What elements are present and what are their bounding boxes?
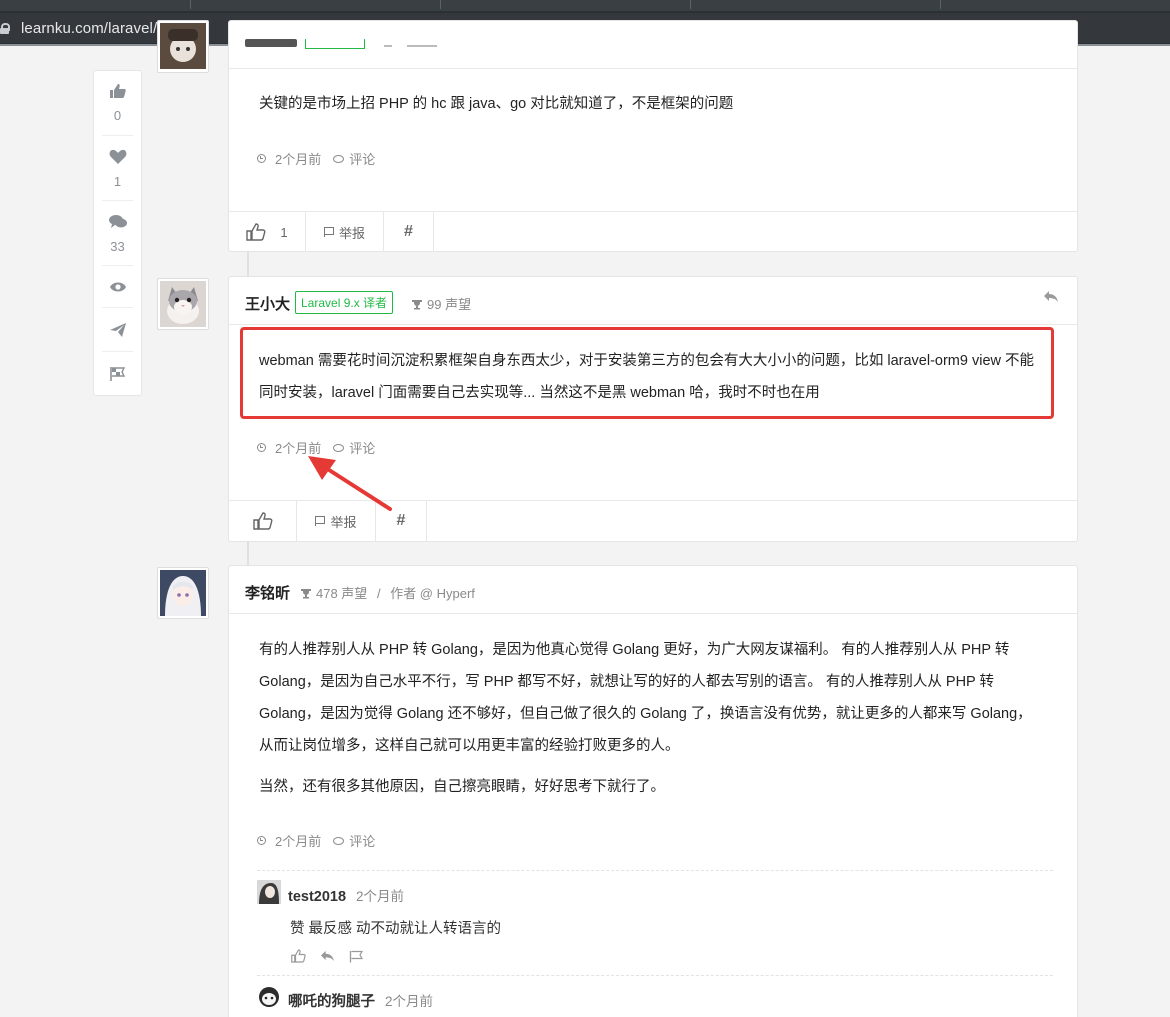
report-post-button[interactable]	[94, 366, 141, 387]
subcomment-time: 2个月前	[356, 889, 405, 904]
reply-meta: 2个月前 评论	[257, 149, 375, 168]
clock-icon	[257, 443, 266, 452]
author-role[interactable]: 作者 @ Hyperf	[390, 586, 475, 601]
avatar[interactable]	[157, 278, 209, 330]
reply-text-line: 当然，还有很多其他原因，自己擦亮眼睛，好好思考下就行了。	[259, 779, 665, 795]
thumbs-up-outline-icon	[246, 223, 266, 241]
reputation: 99 声望	[411, 294, 471, 313]
eye-icon	[109, 282, 126, 292]
report-label: 举报	[330, 514, 357, 530]
reply-card: 关键的是市场上招 PHP 的 hc 跟 java、go 对比就知道了，不是框架的…	[228, 20, 1078, 252]
like-count: 0	[113, 108, 122, 123]
reply-text: 有的人推荐别人从 PHP 转 Golang，是因为他真心觉得 Golang 更好…	[259, 634, 1032, 803]
comment-bubble-icon	[333, 836, 345, 845]
reputation-text: 478 声望	[316, 586, 368, 601]
like-post-button[interactable]: 0	[94, 83, 141, 123]
reply-header: 李铭昕 478 声望 / 作者 @ Hyperf	[229, 566, 1077, 614]
share-button[interactable]	[94, 322, 141, 343]
report-label: 举报	[338, 225, 365, 241]
favorite-count: 1	[113, 174, 122, 189]
reply-header	[229, 21, 1077, 69]
subcomment-divider	[257, 870, 1053, 871]
reply-author[interactable]: 王小大	[245, 293, 290, 314]
subcomment-header: test2018 2个月前	[288, 885, 404, 905]
reply-icon[interactable]	[1043, 290, 1059, 303]
flag-outline-icon	[323, 227, 334, 237]
reply-comment-link[interactable]: 评论	[349, 831, 375, 850]
reply-header: 王小大 Laravel 9.x 译者 99 声望	[229, 277, 1077, 325]
reputation: 478 声望 / 作者 @ Hyperf	[300, 583, 475, 602]
flag-outline-icon	[315, 516, 326, 526]
reply-icon[interactable]	[320, 950, 335, 962]
favorite-button[interactable]: 1	[94, 149, 141, 189]
like-reply-button[interactable]: 1	[229, 212, 306, 252]
reply-text: 关键的是市场上招 PHP 的 hc 跟 java、go 对比就知道了，不是框架的…	[259, 96, 734, 112]
comments-button[interactable]: 33	[94, 214, 141, 254]
avatar-image	[160, 23, 206, 69]
subcomment-actions	[291, 949, 364, 963]
lock-icon	[0, 22, 10, 34]
timeline-connector	[247, 541, 249, 565]
translator-badge[interactable]: Laravel 9.x 译者	[295, 291, 394, 314]
reply-comment-link[interactable]: 评论	[349, 149, 375, 168]
subcomment-author[interactable]: 哪吒的狗腿子	[288, 994, 375, 1010]
subcomment-text: 赞 最反感 动不动就让人转语言的	[290, 921, 502, 937]
subcomment-avatar[interactable]	[257, 985, 281, 1009]
report-reply-button[interactable]: 举报	[306, 212, 384, 252]
comment-bubble-icon	[333, 154, 345, 163]
reputation-text: 99 声望	[427, 297, 472, 312]
reply-text-line: Golang，是因为觉得 Golang 还不够好，但自己做了很久的 Golang…	[259, 706, 1032, 722]
subcomment-header: 哪吒的狗腿子 2个月前	[288, 990, 433, 1011]
flag-icon	[109, 367, 125, 381]
thumbs-up-icon	[109, 84, 126, 98]
reply-permalink[interactable]: #	[384, 212, 434, 252]
reply-text-line: 从而让岗位增多，这样自己就可以用更丰富的经验打败更多的人。	[259, 738, 680, 754]
trophy-icon	[412, 300, 422, 310]
hash-icon: #	[396, 512, 406, 529]
cat-avatar-image	[160, 281, 206, 327]
trophy-icon	[301, 589, 311, 599]
highlight-annotation-box	[240, 327, 1054, 419]
reply-text-line: 有的人推荐别人从 PHP 转 Golang，是因为他真心觉得 Golang 更好…	[259, 642, 1010, 658]
avatar[interactable]	[157, 567, 209, 619]
avatar[interactable]	[157, 20, 209, 73]
annotation-arrow-icon	[308, 456, 392, 511]
timeline-connector	[247, 252, 249, 276]
subcomment-divider	[257, 975, 1053, 976]
clock-icon	[257, 154, 266, 163]
reply-footer: 1 举报 #	[229, 211, 1077, 252]
hash-icon: #	[404, 223, 413, 240]
tab-strip	[0, 0, 1170, 11]
reply-meta: 2个月前 评论	[257, 831, 375, 850]
like-reply-button[interactable]	[229, 501, 297, 541]
reply-like-count: 1	[280, 224, 288, 240]
reply-time: 2个月前	[275, 834, 322, 849]
watch-button[interactable]	[94, 280, 141, 298]
subcomment-author[interactable]: test2018	[288, 889, 346, 905]
reply-text-line: Golang，是因为自己水平不行，写 PHP 都写不好，就想让写的好的人都去写别…	[259, 674, 995, 690]
paper-plane-icon	[109, 323, 126, 337]
thumbs-up-outline-icon[interactable]	[291, 949, 306, 963]
comments-icon	[108, 215, 127, 228]
thumbs-up-outline-icon	[252, 512, 272, 530]
flag-icon[interactable]	[349, 950, 364, 963]
anime-avatar-image	[160, 570, 206, 616]
post-action-sidebar: 0 1 33	[93, 70, 142, 396]
reply-author[interactable]: 李铭昕	[245, 582, 290, 603]
comment-count: 33	[110, 239, 125, 254]
meta-separator: /	[376, 586, 381, 601]
reply-card: 李铭昕 478 声望 / 作者 @ Hyperf 有的人推荐别人从 PHP 转 …	[228, 565, 1078, 1017]
subcomment-time: 2个月前	[385, 994, 434, 1009]
subcomment-avatar[interactable]	[257, 880, 281, 904]
clock-icon	[257, 836, 266, 845]
heart-icon	[109, 149, 126, 164]
reply-time: 2个月前	[275, 152, 322, 167]
